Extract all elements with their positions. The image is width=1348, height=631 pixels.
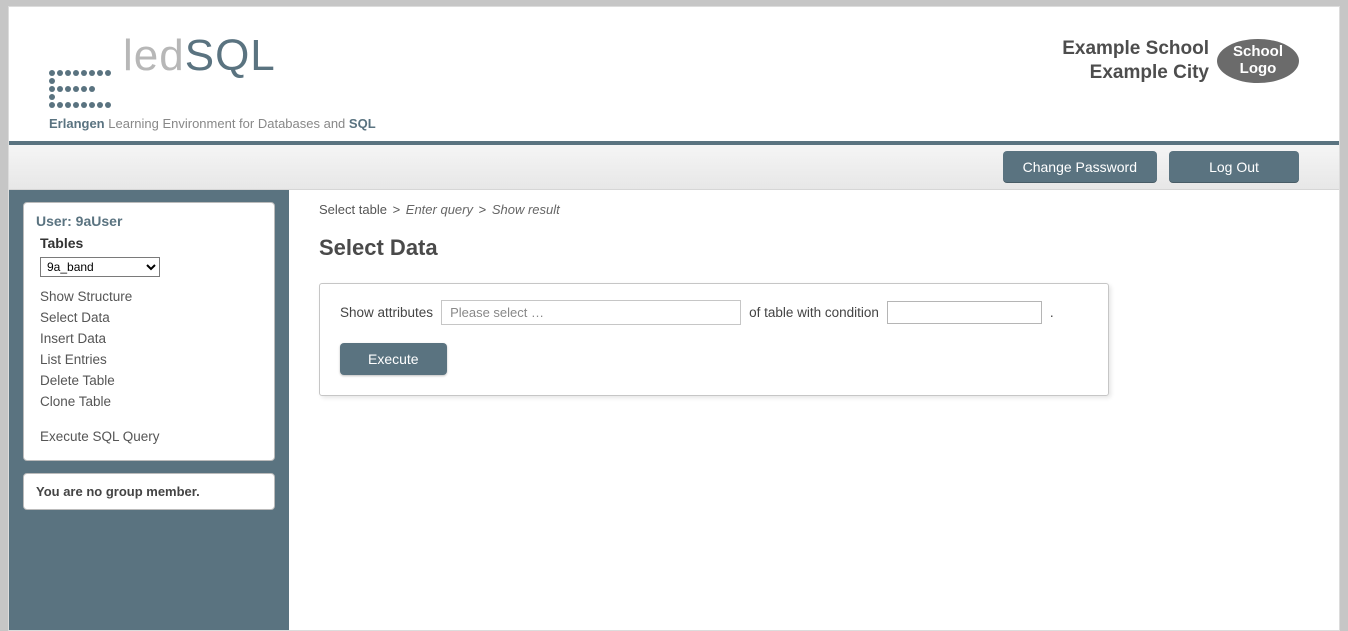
sidebar-link-select-data[interactable]: Select Data bbox=[40, 310, 262, 325]
change-password-button[interactable]: Change Password bbox=[1003, 151, 1157, 183]
breadcrumb-step-1: Select table bbox=[319, 202, 387, 217]
label-show-attributes: Show attributes bbox=[340, 305, 433, 320]
sidebar-link-insert-data[interactable]: Insert Data bbox=[40, 331, 262, 346]
breadcrumb: Select table > Enter query > Show result bbox=[319, 202, 1309, 217]
tables-select[interactable]: 9a_band bbox=[40, 257, 160, 277]
tables-heading: Tables bbox=[40, 235, 262, 251]
logo-e-icon bbox=[49, 70, 111, 108]
condition-input[interactable] bbox=[887, 301, 1042, 324]
main-content: Select table > Enter query > Show result… bbox=[289, 190, 1339, 416]
breadcrumb-step-3: Show result bbox=[492, 202, 560, 217]
sidebar-link-clone-table[interactable]: Clone Table bbox=[40, 394, 262, 409]
sidebar-link-show-structure[interactable]: Show Structure bbox=[40, 289, 262, 304]
sidebar-link-list-entries[interactable]: List Entries bbox=[40, 352, 262, 367]
school-logo-icon: School Logo bbox=[1217, 39, 1299, 83]
label-of-table-condition: of table with condition bbox=[749, 305, 879, 320]
group-message: You are no group member. bbox=[36, 484, 262, 499]
attributes-select[interactable]: Please select … bbox=[441, 300, 741, 325]
period: . bbox=[1050, 305, 1054, 320]
sidebar-link-execute-sql[interactable]: Execute SQL Query bbox=[40, 429, 262, 444]
logout-button[interactable]: Log Out bbox=[1169, 151, 1299, 183]
school-city: Example City bbox=[1062, 61, 1209, 85]
user-label: User: 9aUser bbox=[36, 213, 262, 229]
sidebar-links: Show Structure Select Data Insert Data L… bbox=[40, 289, 262, 444]
breadcrumb-step-2: Enter query bbox=[406, 202, 473, 217]
sidebar-panel-tables: User: 9aUser Tables 9a_band Show Structu… bbox=[23, 202, 275, 461]
logo-block: ledSQL Erlangen Learning Environment for… bbox=[49, 31, 376, 131]
logo-subtitle: Erlangen Learning Environment for Databa… bbox=[49, 116, 376, 131]
execute-button[interactable]: Execute bbox=[340, 343, 447, 375]
school-name: Example School bbox=[1062, 37, 1209, 61]
sidebar: User: 9aUser Tables 9a_band Show Structu… bbox=[9, 190, 289, 630]
query-box: Show attributes Please select … of table… bbox=[319, 283, 1109, 396]
sidebar-panel-group: You are no group member. bbox=[23, 473, 275, 510]
sidebar-link-delete-table[interactable]: Delete Table bbox=[40, 373, 262, 388]
logo-text: ledSQL bbox=[123, 31, 276, 81]
school-block: Example School Example City School Logo bbox=[1062, 31, 1299, 85]
page-title: Select Data bbox=[319, 235, 1309, 261]
app-header: ledSQL Erlangen Learning Environment for… bbox=[9, 7, 1339, 141]
top-toolbar: Change Password Log Out bbox=[9, 145, 1339, 190]
